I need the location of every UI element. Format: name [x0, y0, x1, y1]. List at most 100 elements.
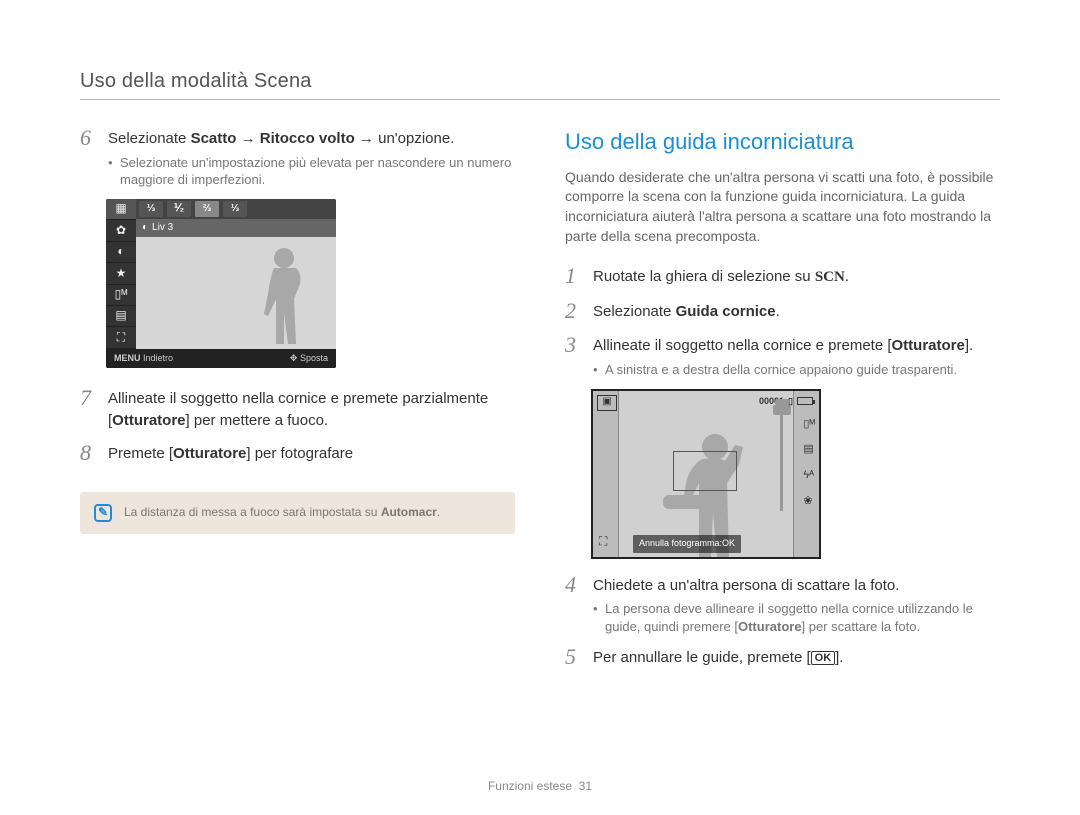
text: .: [845, 268, 849, 285]
text: La distanza di messa a fuoco sarà impost…: [124, 505, 381, 519]
right-icons: ▯ᴹ ▤ ϟᴬ ❀: [803, 417, 815, 511]
lcd-option-row: ⅓ ⅟₂ ⅔ ⅓: [136, 199, 336, 219]
left-column: 6 Selezionate Scatto → Ritocco volto → u…: [80, 126, 515, 680]
lcd-icon: ⛶: [599, 533, 607, 550]
step-body: Allineate il soggetto nella cornice e pr…: [593, 333, 1000, 378]
lcd-option: ⅓: [139, 201, 163, 217]
text: ].: [965, 337, 973, 354]
step-number: 4: [565, 573, 583, 636]
bold: Otturatore: [173, 445, 246, 462]
step-body: Premete [Otturatore] per fotografare: [108, 441, 515, 465]
step-number: 1: [565, 264, 583, 289]
lcd-label-row: ◐ Liv 3: [136, 219, 336, 238]
step-4: 4 Chiedete a un'altra persona di scattar…: [565, 573, 1000, 636]
lcd-icon: ⛶: [106, 327, 136, 348]
note-box: ✎ La distanza di messa a fuoco sarà impo…: [80, 492, 515, 534]
text: Selezionate: [108, 130, 191, 147]
focus-frame: [673, 451, 737, 491]
right-column: Uso della guida incorniciatura Quando de…: [565, 126, 1000, 680]
lcd-icon: ▯ᴹ: [803, 417, 815, 433]
step-8: 8 Premete [Otturatore] per fotografare: [80, 441, 515, 465]
step-body: Allineate il soggetto nella cornice e pr…: [108, 386, 515, 432]
step-body: Per annullare le guide, premete [OK].: [593, 645, 1000, 669]
step-7: 7 Allineate il soggetto nella cornice e …: [80, 386, 515, 432]
text: ] per mettere a fuoco.: [186, 412, 329, 429]
text: Ruotate la ghiera di selezione su: [593, 268, 815, 285]
step-number: 2: [565, 299, 583, 323]
text: ].: [835, 649, 843, 666]
footer-label: Funzioni estese: [488, 779, 572, 793]
lcd-footer: MENU Indietro ✥ Sposta: [106, 349, 336, 368]
bullet: A sinistra e a destra della cornice appa…: [593, 361, 1000, 379]
section-header: Uso della modalità Scena: [80, 70, 1000, 100]
bold: Automacr: [381, 505, 437, 519]
text: ] per fotografare: [246, 445, 353, 462]
lcd-icon: ▤: [106, 306, 136, 327]
text: Allineate il soggetto nella cornice e pr…: [593, 337, 892, 354]
step-3: 3 Allineate il soggetto nella cornice e …: [565, 333, 1000, 378]
step-body: Ruotate la ghiera di selezione su SCN.: [593, 264, 1000, 289]
step-6: 6 Selezionate Scatto → Ritocco volto → u…: [80, 126, 515, 189]
bold: Otturatore: [112, 412, 185, 429]
text: .: [776, 303, 780, 320]
text: .: [437, 505, 440, 519]
text: Allineate il soggetto nella cornice e pr…: [108, 390, 488, 407]
lcd-icon: ★: [106, 263, 136, 284]
columns: 6 Selezionate Scatto → Ritocco volto → u…: [80, 126, 1000, 680]
lcd-option-selected: ⅔: [195, 201, 219, 217]
camera-lcd-retouch: ▦ ✿ ◐ ★ ▯ᴹ ▤ ⛶ ⅓ ⅟₂ ⅔ ⅓ ◐: [106, 199, 336, 368]
lcd-icon: ▯ᴹ: [106, 285, 136, 306]
section-title: Uso della guida incorniciatura: [565, 126, 1000, 158]
menu-icon: MENU: [114, 353, 141, 363]
lcd-icon: ϟᴬ: [803, 468, 815, 484]
text: un'opzione.: [378, 130, 454, 147]
bold: Otturatore: [892, 337, 965, 354]
ok-button-label: OK: [811, 651, 836, 665]
section-intro: Quando desiderate che un'altra persona v…: [565, 168, 1000, 246]
text: Premete [: [108, 445, 173, 462]
page-number: 31: [579, 779, 592, 793]
label-text: Liv 3: [152, 221, 173, 236]
person-silhouette: [246, 244, 316, 349]
step-number: 3: [565, 333, 583, 378]
text: Chiedete a un'altra persona di scattare …: [593, 575, 1000, 597]
note-text: La distanza di messa a fuoco sarà impost…: [124, 504, 440, 521]
lcd-option: ⅓: [223, 201, 247, 217]
bold: Ritocco volto: [260, 130, 355, 147]
arrow: →: [355, 130, 378, 147]
footer-left: Indietro: [143, 353, 173, 363]
lcd-icon: ✿: [106, 220, 136, 241]
lcd-option: ⅟₂: [167, 201, 191, 217]
bullet: La persona deve allineare il soggetto ne…: [593, 600, 1000, 635]
bold: Guida cornice: [676, 303, 776, 320]
text: Selezionate: [593, 303, 676, 320]
lcd-footer-label: Annulla fotogramma:OK: [633, 535, 741, 552]
lcd-icon: ▦: [106, 199, 136, 220]
step-number: 8: [80, 441, 98, 465]
page-footer: Funzioni estese 31: [0, 779, 1080, 793]
arrow: →: [236, 130, 259, 147]
battery-icon: [797, 397, 813, 405]
step-1: 1 Ruotate la ghiera di selezione su SCN.: [565, 264, 1000, 289]
lcd-left-icons: ▦ ✿ ◐ ★ ▯ᴹ ▤ ⛶: [106, 199, 136, 349]
lcd-icon: ◐: [106, 242, 136, 263]
move-icon: ✥: [290, 353, 298, 363]
lcd-content: ⅓ ⅟₂ ⅔ ⅓ ◐ Liv 3: [136, 199, 336, 349]
step-number: 5: [565, 645, 583, 669]
step-number: 6: [80, 126, 98, 189]
guide-left: [593, 391, 619, 557]
step-5: 5 Per annullare le guide, premete [OK].: [565, 645, 1000, 669]
bullet: Selezionate un'impostazione più elevata …: [108, 154, 515, 189]
step-2: 2 Selezionate Guida cornice.: [565, 299, 1000, 323]
bold: Scatto: [191, 130, 237, 147]
scn-label: SCN: [815, 269, 845, 285]
mode-icon: ▣: [597, 395, 617, 411]
bold: Otturatore: [738, 619, 802, 634]
text: ] per scattare la foto.: [802, 619, 921, 634]
step-body: Selezionate Guida cornice.: [593, 299, 1000, 323]
lcd-icon: ▤: [803, 442, 815, 458]
step-body: Chiedete a un'altra persona di scattare …: [593, 573, 1000, 636]
note-icon: ✎: [94, 504, 112, 522]
text: Per annullare le guide, premete [: [593, 649, 811, 666]
step-body: Selezionate Scatto → Ritocco volto → un'…: [108, 126, 515, 189]
